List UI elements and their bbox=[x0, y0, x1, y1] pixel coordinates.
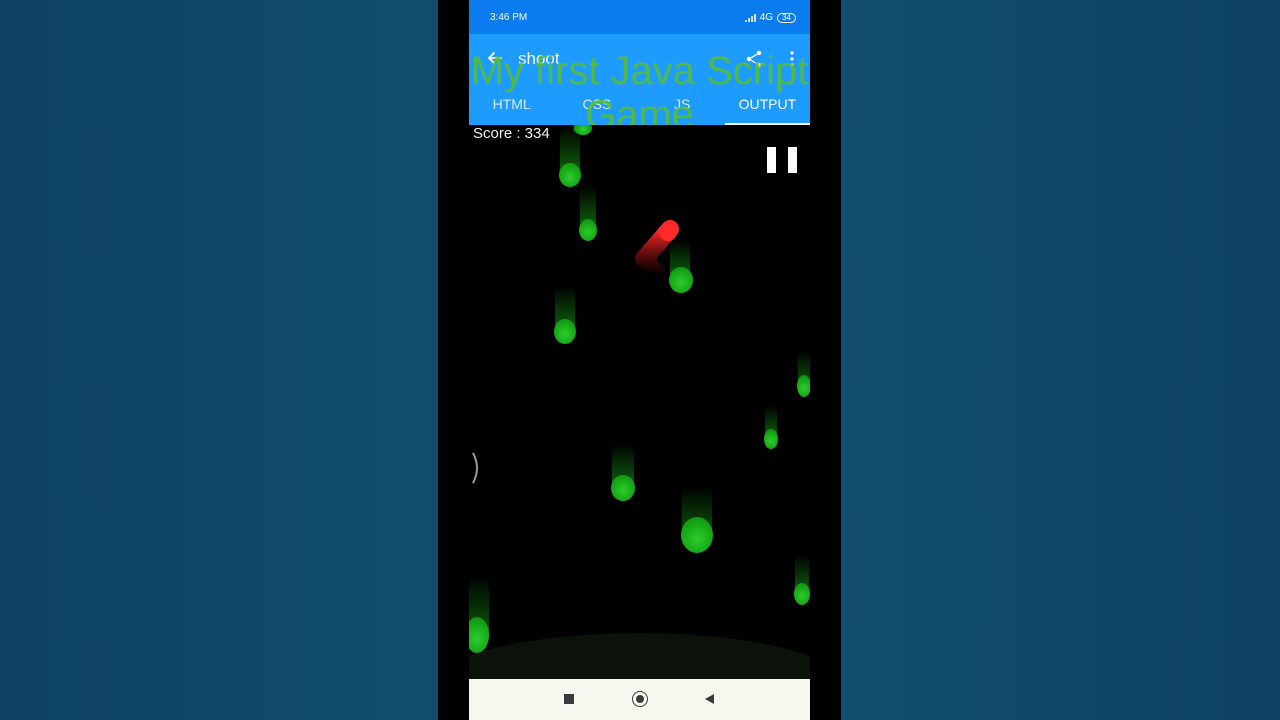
background-left bbox=[0, 0, 438, 720]
background-right bbox=[841, 0, 1280, 720]
green-drop bbox=[559, 163, 581, 187]
tab-html[interactable]: HTML bbox=[469, 89, 554, 125]
status-indicators: 4G 34 bbox=[744, 12, 796, 23]
score-label: Score : 334 bbox=[473, 125, 550, 142]
tab-js[interactable]: JS bbox=[640, 89, 725, 125]
battery-icon: 34 bbox=[777, 12, 796, 23]
square-recent-icon[interactable] bbox=[564, 694, 574, 704]
app-title: shoot bbox=[518, 49, 560, 68]
share-icon[interactable] bbox=[744, 49, 764, 69]
ground-shape bbox=[469, 633, 810, 679]
tab-output[interactable]: OUTPUT bbox=[724, 89, 810, 125]
more-vertical-icon[interactable] bbox=[782, 49, 802, 69]
editor-tabs: HTML CSS JS OUTPUT bbox=[469, 89, 810, 125]
triangle-back-icon[interactable] bbox=[705, 694, 714, 704]
signal-icon bbox=[744, 13, 756, 22]
green-drop bbox=[554, 319, 576, 344]
green-drop bbox=[797, 375, 810, 397]
phone-frame: 3:46 PM 4G 34 shoot HTML CSS JS OUTPUT M… bbox=[438, 0, 841, 720]
player-ship bbox=[635, 220, 679, 284]
android-nav-bar bbox=[469, 679, 810, 720]
circle-home-icon[interactable] bbox=[632, 691, 648, 707]
pause-icon[interactable] bbox=[766, 147, 798, 173]
phone-screen: 3:46 PM 4G 34 shoot HTML CSS JS OUTPUT M… bbox=[469, 0, 810, 720]
green-drop bbox=[469, 617, 489, 653]
network-type: 4G bbox=[759, 12, 774, 23]
green-drop bbox=[764, 429, 778, 449]
tab-css[interactable]: CSS bbox=[554, 89, 639, 125]
drop-trail bbox=[580, 185, 596, 223]
status-bar: 3:46 PM 4G 34 bbox=[469, 0, 810, 34]
green-drop bbox=[681, 517, 713, 553]
green-drop bbox=[794, 583, 810, 605]
app-bar: shoot HTML CSS JS OUTPUT My first Java S… bbox=[469, 34, 810, 137]
green-drop bbox=[579, 219, 597, 241]
arc-fragment-icon bbox=[472, 452, 478, 484]
game-canvas[interactable]: Score : 334 bbox=[469, 125, 810, 679]
green-drop bbox=[611, 475, 635, 501]
status-time: 3:46 PM bbox=[490, 12, 528, 23]
arrow-left-icon[interactable] bbox=[485, 48, 505, 68]
